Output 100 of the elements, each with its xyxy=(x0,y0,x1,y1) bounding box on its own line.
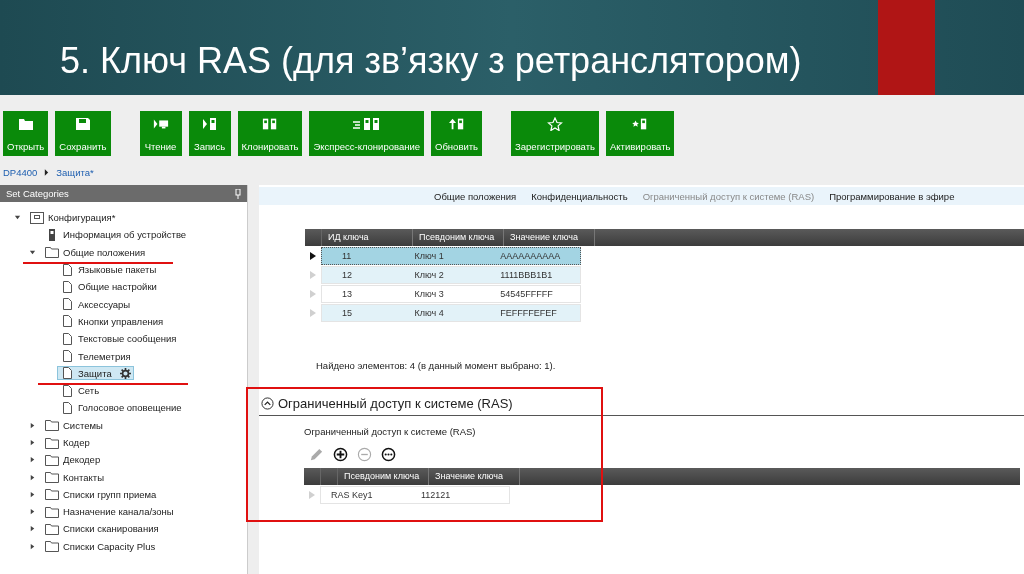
table-cell-text: Ключ 4 xyxy=(413,307,445,318)
expand-arrow-icon[interactable] xyxy=(29,473,36,481)
status-text: Найдено элементов: 4 (в данный момент выбрано: 1). xyxy=(316,360,557,371)
two-phones-icon xyxy=(262,117,278,131)
tree-item-label: Системы xyxy=(63,419,103,431)
expand-arrow-icon[interactable] xyxy=(29,421,36,429)
collapse-icon[interactable] xyxy=(261,397,274,410)
tree-item-label: Аксессуары xyxy=(78,298,131,310)
table-cell-text: 112121 xyxy=(420,489,452,500)
column-header[interactable]: Значение ключа xyxy=(429,468,520,485)
tree-item-label: Текстовые сообщения xyxy=(78,333,177,345)
fast-clone-icon xyxy=(351,117,382,131)
tab[interactable]: Программирование в эфире xyxy=(829,190,955,202)
toolbar-button[interactable]: Сохранить xyxy=(55,111,111,156)
tree-item[interactable]: Контакты xyxy=(42,470,108,485)
tree-item[interactable]: Списки Capacity Plus xyxy=(42,539,159,554)
table-row[interactable]: 13 Ключ 3 54545FFFFF xyxy=(321,284,581,303)
tree-item[interactable]: Кодер xyxy=(42,435,93,450)
tree-item[interactable]: Конфигурация* xyxy=(27,210,119,225)
tree-item[interactable]: Кнопки управления xyxy=(57,314,167,329)
table-row[interactable]: 12 Ключ 2 1111BBB1B1 xyxy=(321,265,581,284)
document-icon xyxy=(60,332,74,345)
tree-item-label: Контакты xyxy=(63,471,105,483)
breadcrumb-link[interactable]: Защита* xyxy=(56,167,94,178)
table-cell-text: AAAAAAAAAA xyxy=(499,250,562,261)
tree-item[interactable]: Назначение канала/зоны xyxy=(42,504,177,519)
column-header[interactable]: Значение ключа xyxy=(504,229,595,246)
tree-item[interactable]: Общие настройки xyxy=(57,279,160,294)
tree-item-label: Языковые пакеты xyxy=(78,264,157,276)
star-outline-icon xyxy=(547,117,563,131)
write-device-icon xyxy=(201,117,218,131)
tab[interactable]: Общие положения xyxy=(434,190,517,202)
toolbar-button[interactable]: Активировать xyxy=(606,111,675,156)
toolbar-button[interactable]: Запись xyxy=(188,111,231,156)
star-phone-icon xyxy=(632,117,649,131)
tree-item-label: Информация об устройстве xyxy=(63,229,187,241)
column-header[interactable]: Псевдоним ключа xyxy=(413,229,504,246)
tree-item-label: Сеть xyxy=(78,385,100,397)
expand-arrow-icon[interactable] xyxy=(29,542,36,550)
table-row[interactable]: 11 Ключ 1 AAAAAAAAAA xyxy=(321,246,581,265)
folder-icon xyxy=(45,488,59,501)
tree-item-label: Телеметрия xyxy=(78,350,131,362)
toolbar-button[interactable]: Открыть xyxy=(3,111,49,156)
tree-item-label: Общие положения xyxy=(63,246,146,258)
folder-icon xyxy=(45,523,59,535)
slide-title: 5. Ключ RAS (для зв’язку з ретранслятором) xyxy=(60,40,802,82)
tree-item-label: Кнопки управления xyxy=(78,315,164,327)
plus-circle-icon[interactable] xyxy=(333,447,348,462)
document-icon xyxy=(60,350,74,362)
tree-item[interactable]: Системы xyxy=(42,418,106,433)
document-icon xyxy=(60,280,74,293)
expand-arrow-icon[interactable] xyxy=(29,490,36,498)
folder-icon xyxy=(45,453,59,466)
table-cell-text: 15 xyxy=(341,307,353,318)
tree-item-label: Конфигурация* xyxy=(48,212,116,224)
tree-item[interactable]: Информация об устройстве xyxy=(42,227,190,242)
section-title: Ограниченный доступ к системе (RAS) xyxy=(278,396,513,411)
tree-item[interactable]: Общие положения xyxy=(42,245,149,260)
expand-arrow-icon[interactable] xyxy=(29,525,36,533)
folder-icon xyxy=(45,471,59,484)
tree-item[interactable]: Декодер xyxy=(42,452,104,467)
toolbar-button[interactable]: Чтение xyxy=(139,111,182,156)
tree-item[interactable]: Защита xyxy=(57,366,134,381)
tree-item[interactable]: Аксессуары xyxy=(57,297,134,312)
toolbar-button[interactable]: Экспресс-клонирование xyxy=(309,111,425,156)
tab[interactable]: Конфиденциальность xyxy=(531,190,628,202)
expand-arrow-icon[interactable] xyxy=(14,214,21,222)
table-cell-text: 12 xyxy=(341,269,353,280)
tree-item[interactable]: Текстовые сообщения xyxy=(57,331,180,346)
table-cell-text: 1111BBB1B1 xyxy=(499,269,554,280)
box-icon xyxy=(30,211,44,224)
tree-item[interactable]: Языковые пакеты xyxy=(57,262,160,277)
tree-item-label: Списки групп приема xyxy=(63,488,157,500)
table-cell-text: Ключ 1 xyxy=(413,250,445,261)
toolbar-button[interactable]: Зарегистрировать xyxy=(511,111,599,156)
table-cell-text: Ключ 2 xyxy=(413,269,445,280)
pin-icon[interactable] xyxy=(235,188,241,199)
tree-item[interactable]: Сеть xyxy=(57,383,103,398)
read-device-icon xyxy=(152,117,169,131)
expand-arrow-icon[interactable] xyxy=(29,508,36,516)
expand-arrow-icon[interactable] xyxy=(29,439,36,446)
table-row[interactable]: RAS Key1 112121 xyxy=(320,485,510,504)
table-row[interactable]: 15 Ключ 4 FEFFFFEFEF xyxy=(321,303,581,322)
column-header[interactable]: ИД ключа xyxy=(322,229,413,246)
tree-item[interactable]: Списки сканирования xyxy=(42,522,162,536)
expand-arrow-icon[interactable] xyxy=(29,248,36,256)
tree-item[interactable]: Телеметрия xyxy=(57,349,134,363)
tree-item[interactable]: Голосовое оповещение xyxy=(57,400,185,415)
toolbar-button[interactable]: Клонировать xyxy=(237,111,303,156)
gear-icon[interactable] xyxy=(119,367,131,379)
toolbar-button[interactable]: Обновить xyxy=(431,111,483,156)
tree-item-label: Списки сканирования xyxy=(63,523,159,535)
column-header[interactable]: Псевдоним ключа xyxy=(338,468,429,485)
more-circle-icon[interactable] xyxy=(381,447,396,462)
breadcrumb-link[interactable]: DP4400 xyxy=(3,167,38,178)
expand-arrow-icon[interactable] xyxy=(29,456,36,464)
tree-item-label: Кодер xyxy=(63,437,90,448)
tree-item-label: Назначение канала/зоны xyxy=(63,506,174,518)
folder-icon xyxy=(45,505,59,518)
tree-item[interactable]: Списки групп приема xyxy=(42,487,160,502)
